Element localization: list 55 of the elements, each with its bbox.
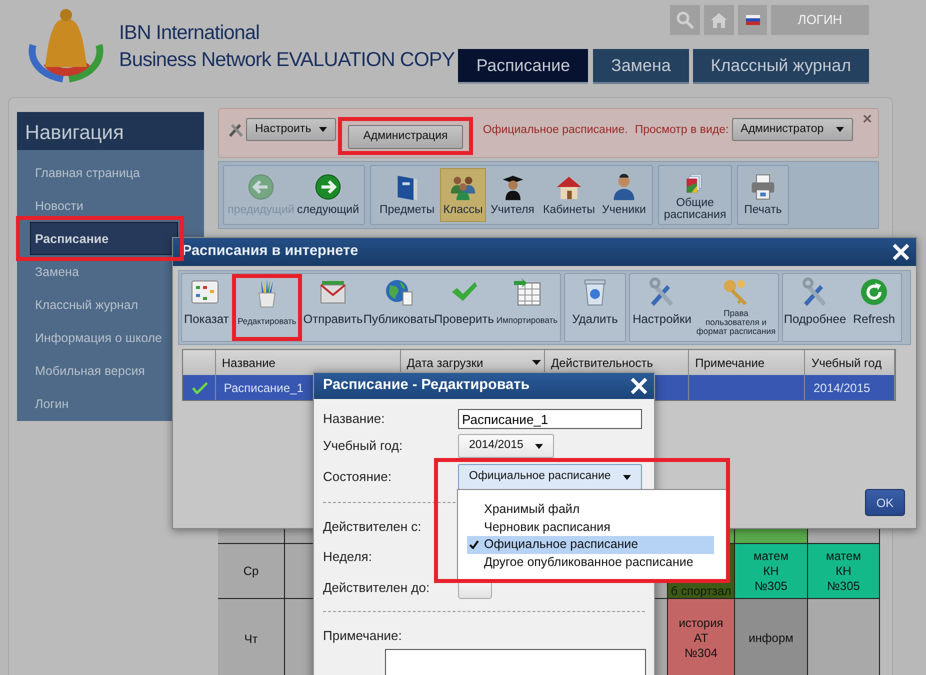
- toolbar-button[interactable]: Предметы: [374, 168, 440, 222]
- dropdown-option[interactable]: Официальное расписание: [467, 536, 714, 554]
- field-label: Название:: [323, 410, 386, 428]
- field-label: Состояние:: [323, 468, 392, 486]
- toolbar-button[interactable]: Публиковать: [364, 274, 434, 341]
- dropdown-option[interactable]: Черновик расписания: [467, 518, 714, 536]
- day-label: Ср: [243, 563, 259, 580]
- toolbar-button[interactable]: Показат: [182, 274, 232, 341]
- lesson-text: б спортзал: [670, 585, 732, 598]
- nav-tab[interactable]: Классный журнал: [692, 49, 869, 84]
- toolbar-button[interactable]: Проверить: [434, 274, 494, 341]
- toolbar-button[interactable]: Кабинеты: [539, 168, 599, 222]
- view-as-dropdown[interactable]: Администратор: [732, 118, 853, 141]
- dialog-title: Расписания в интернете: [182, 242, 358, 262]
- lesson-text: матем КН №305: [826, 548, 861, 594]
- view-label: Просмотр в виде:: [634, 123, 729, 138]
- toolbar-button[interactable]: Импортировать: [494, 274, 560, 341]
- toolbar-button[interactable]: Refresh: [847, 274, 901, 341]
- lesson-text: матем КН №305: [754, 548, 788, 594]
- field-label: Действителен с:: [323, 518, 422, 536]
- dropdown-option[interactable]: Хранимый файл: [467, 501, 714, 518]
- toolbar-button[interactable]: Учителя: [486, 168, 539, 222]
- field-label: Учебный год:: [323, 437, 404, 456]
- toolbar-button[interactable]: Ученики: [599, 168, 649, 222]
- toolbar-button[interactable]: Редактировать: [232, 274, 302, 341]
- lesson-text: история АТ №304: [678, 616, 724, 661]
- site-title: Business Network EVALUATION COPY: [119, 48, 455, 73]
- site-title: IBN International: [119, 21, 260, 46]
- toolbar-button[interactable]: Настройки: [630, 274, 694, 341]
- ok-button[interactable]: OK: [865, 489, 905, 516]
- toolbar-button[interactable]: Отправить: [302, 274, 364, 341]
- select-dropdown[interactable]: Официальное расписание: [458, 464, 642, 490]
- toolbar-button[interactable]: Классы: [440, 168, 486, 222]
- sidebar-title: Навигация: [17, 112, 204, 150]
- lesson-text: информ: [748, 631, 794, 646]
- status-text: Официальное расписание.: [482, 123, 628, 138]
- toolbar-button[interactable]: следующий: [295, 168, 361, 222]
- text-field[interactable]: Расписание_1: [458, 409, 642, 429]
- field-label: Неделя:: [323, 548, 373, 566]
- select-dropdown[interactable]: 2014/2015: [458, 434, 554, 458]
- toolbar-button[interactable]: Права пользователя и формат расписания: [694, 274, 778, 341]
- nav-tab[interactable]: Замена: [593, 49, 689, 84]
- toolbar-button[interactable]: Подробнее: [783, 274, 847, 341]
- toolbar-button[interactable]: Удалить: [565, 274, 625, 341]
- field-label: Действителен до:: [323, 579, 431, 598]
- table-cell-text: Расписание_1: [224, 380, 304, 396]
- table-cell-text: 2014/2015: [813, 380, 870, 396]
- administration-button[interactable]: Администрация: [348, 125, 463, 149]
- dialog-title: Расписание - Редактировать: [323, 376, 530, 396]
- sidebar-item[interactable]: Расписание: [30, 222, 178, 255]
- configure-dropdown[interactable]: Настроить: [246, 118, 336, 141]
- nav-tab[interactable]: Расписание: [458, 49, 588, 84]
- field-label: Примечание:: [323, 627, 403, 645]
- day-label: Чт: [244, 630, 258, 648]
- dropdown-option[interactable]: Другое опубликованное расписание: [467, 554, 714, 571]
